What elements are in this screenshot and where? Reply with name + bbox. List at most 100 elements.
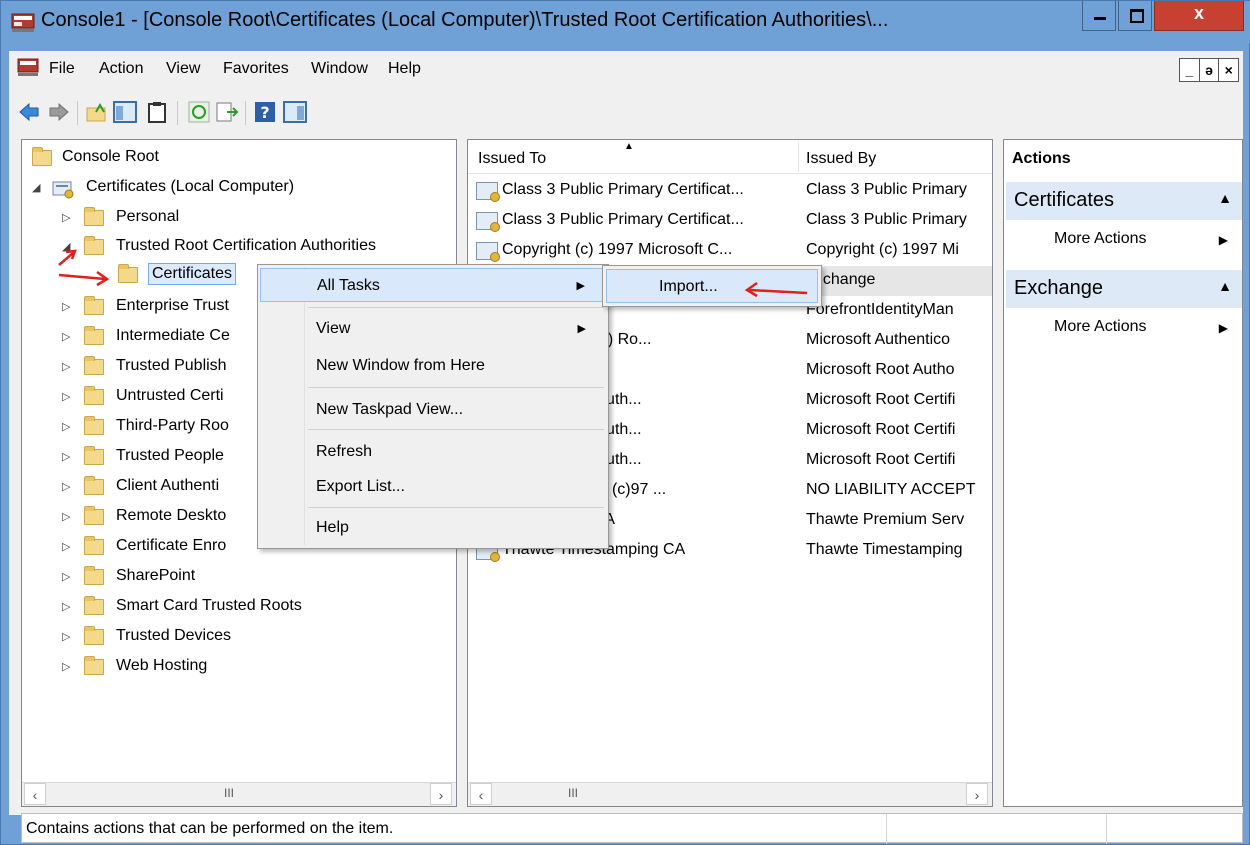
mmc-window: Console1 - [Console Root\Certificates (L… (0, 0, 1250, 845)
menu-item-new-window[interactable]: New Window from Here (260, 349, 606, 383)
menu-help[interactable]: Help (388, 60, 421, 78)
menu-item-help[interactable]: Help (260, 511, 606, 545)
show-hide-tree-icon[interactable] (113, 100, 137, 124)
collapsed-arrow-icon[interactable]: ▷ (62, 510, 74, 523)
scroll-right-icon[interactable]: › (430, 783, 452, 805)
status-divider (1106, 814, 1107, 844)
cell-issued-by: Copyright (c) 1997 Mi (806, 241, 959, 258)
menu-item-label: Refresh (316, 443, 373, 460)
export-list-icon[interactable] (215, 100, 239, 124)
tree-item-label: Intermediate Ce (116, 327, 230, 344)
menu-item-export-list[interactable]: Export List... (260, 470, 606, 504)
title-bar[interactable]: Console1 - [Console Root\Certificates (L… (1, 1, 1250, 43)
tree-item-label: Certificates (Local Computer) (86, 178, 295, 195)
actions-title: Actions (1012, 150, 1071, 167)
collapsed-arrow-icon[interactable]: ▷ (62, 630, 74, 643)
cell-issued-to: Class 3 Public Primary Certificat... (502, 181, 744, 198)
menu-item-all-tasks[interactable]: All Tasks ▶ (260, 268, 606, 302)
table-row[interactable]: Class 3 Public Primary Certificat... Clas… (468, 206, 992, 236)
collapsed-arrow-icon[interactable]: ▷ (62, 540, 74, 553)
collapsed-arrow-icon[interactable]: ▷ (62, 360, 74, 373)
toolbar: ? (9, 93, 1243, 135)
status-text: Contains actions that can be performed o… (26, 820, 394, 837)
minimize-button[interactable] (1082, 1, 1116, 31)
mdi-restore-button[interactable]: ə (1200, 59, 1220, 81)
menu-item-label: View (316, 320, 351, 337)
tree-item-label: Enterprise Trust (116, 297, 229, 314)
close-icon: x (1193, 3, 1204, 23)
collapsed-arrow-icon[interactable]: ▷ (62, 480, 74, 493)
actions-section-exchange[interactable]: Exchange ▲ (1006, 270, 1242, 308)
column-divider[interactable] (798, 142, 799, 172)
more-actions-exchange[interactable]: More Actions (1054, 318, 1146, 336)
actions-section-certificates[interactable]: Certificates ▲ (1006, 182, 1242, 220)
table-row[interactable]: Copyright (c) 1997 Microsoft C... Copyrig… (468, 236, 992, 266)
tree-item-label: Trusted People (116, 447, 224, 464)
collapsed-arrow-icon[interactable]: ▷ (62, 300, 74, 313)
column-issued-by[interactable]: Issued By (806, 150, 876, 168)
menu-item-new-taskpad-view[interactable]: New Taskpad View... (260, 393, 606, 427)
list-horizontal-scrollbar[interactable]: ‹ III › (468, 782, 992, 806)
collapsed-arrow-icon[interactable]: ▷ (62, 211, 74, 224)
up-folder-icon[interactable] (85, 100, 109, 124)
show-hide-action-pane-icon[interactable] (283, 100, 307, 124)
maximize-button[interactable] (1118, 1, 1152, 31)
menu-action[interactable]: Action (99, 60, 143, 78)
folder-icon (84, 386, 104, 405)
collapsed-arrow-icon[interactable]: ▷ (62, 660, 74, 673)
scroll-thumb-grip[interactable]: III (224, 786, 234, 800)
mdi-controls: _ ə × (1179, 58, 1239, 82)
forward-arrow-icon[interactable] (47, 100, 71, 124)
menu-window[interactable]: Window (311, 60, 368, 78)
column-issued-to[interactable]: Issued To (478, 150, 546, 168)
menu-item-label: Help (316, 519, 349, 536)
menu-item-view[interactable]: View ▶ (260, 312, 606, 346)
collapse-up-icon[interactable]: ▲ (1218, 278, 1232, 294)
folder-icon (84, 416, 104, 435)
annotation-arrow-icon (744, 281, 808, 298)
svg-text:?: ? (260, 103, 269, 122)
folder-icon (84, 446, 104, 465)
tree-item-label: Trusted Devices (116, 627, 231, 644)
certificate-icon (476, 182, 500, 202)
help-icon[interactable]: ? (253, 100, 277, 124)
collapse-up-icon[interactable]: ▲ (1218, 190, 1232, 206)
mdi-minimize-button[interactable]: _ (1180, 59, 1200, 81)
scroll-left-icon[interactable]: ‹ (470, 783, 492, 805)
console-menu-icon[interactable] (17, 58, 39, 78)
tree-horizontal-scrollbar[interactable]: ‹ III › (22, 782, 456, 806)
collapsed-arrow-icon[interactable]: ▷ (62, 330, 74, 343)
collapsed-arrow-icon[interactable]: ▷ (62, 450, 74, 463)
more-actions-certificates[interactable]: More Actions (1054, 230, 1146, 248)
cell-issued-by: chchange (806, 271, 876, 288)
mdi-close-button[interactable]: × (1219, 59, 1238, 81)
list-header: ▲ Issued To Issued By (468, 140, 992, 174)
scroll-left-icon[interactable]: ‹ (24, 783, 46, 805)
collapsed-arrow-icon[interactable]: ▷ (62, 420, 74, 433)
refresh-icon[interactable] (187, 100, 211, 124)
collapsed-arrow-icon[interactable]: ▷ (62, 390, 74, 403)
folder-icon (84, 476, 104, 495)
cell-issued-by: Thawte Timestamping (806, 541, 963, 558)
back-arrow-icon[interactable] (17, 100, 41, 124)
menu-item-label: Import... (659, 278, 718, 295)
menu-favorites[interactable]: Favorites (223, 60, 289, 78)
collapsed-arrow-icon[interactable]: ▷ (62, 570, 74, 583)
clipboard-icon[interactable] (145, 100, 169, 124)
tree-item-label: Remote Deskto (116, 507, 227, 524)
close-button[interactable]: x (1154, 1, 1244, 31)
scroll-thumb-grip[interactable]: III (568, 786, 578, 800)
scroll-right-icon[interactable]: › (966, 783, 988, 805)
menu-file[interactable]: File (49, 60, 75, 78)
expanded-arrow-icon[interactable]: ◢ (32, 181, 44, 194)
folder-icon (84, 356, 104, 375)
menu-item-refresh[interactable]: Refresh (260, 435, 606, 469)
tree-item-label: Certificates (148, 263, 237, 285)
section-label: Certificates (1014, 189, 1115, 211)
collapsed-arrow-icon[interactable]: ▷ (62, 600, 74, 613)
menu-view[interactable]: View (166, 60, 200, 78)
menu-separator (308, 387, 604, 388)
menu-item-label: New Window from Here (316, 357, 485, 374)
certificate-icon (476, 212, 500, 232)
table-row[interactable]: Class 3 Public Primary Certificat... Clas… (468, 176, 992, 206)
